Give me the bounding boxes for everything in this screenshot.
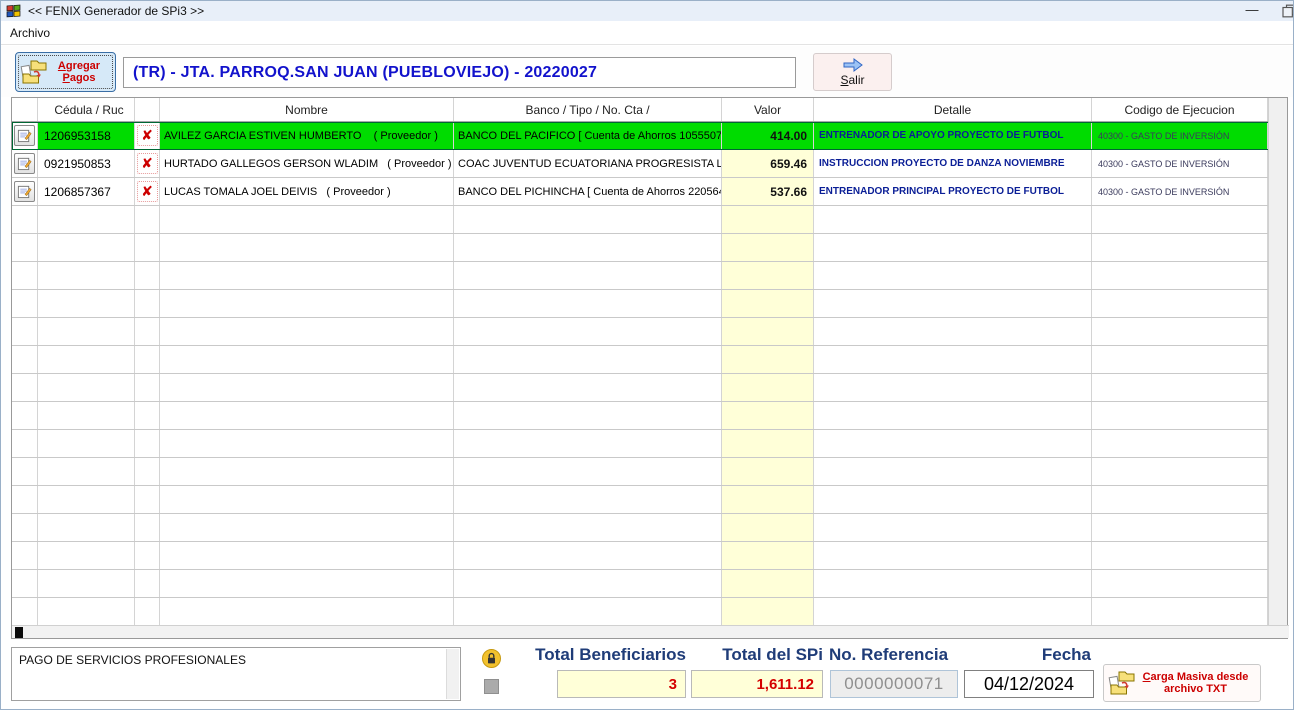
empty-row [12,430,1287,458]
grid-vertical-scrollbar[interactable] [1268,98,1287,626]
cell-detalle: INSTRUCCION PROYECTO DE DANZA NOVIEMBRE [814,150,1092,177]
cell-valor: 414.00 [722,122,814,149]
hscroll-thumb[interactable] [15,627,23,638]
minimize-button[interactable]: — [1237,1,1267,21]
toolbar: Agregar Pagos (TR) - JTA. PARROQ.SAN JUA… [1,46,1294,97]
header-cedula: Cédula / Ruc [38,98,135,121]
entity-field[interactable]: (TR) - JTA. PARROQ.SAN JUAN (PUEBLOVIEJO… [123,57,796,88]
header-delete-col [135,98,160,121]
edit-icon [17,156,32,171]
cell-nombre: HURTADO GALLEGOS GERSON WLADIM ( Proveed… [160,150,454,177]
fecha-label: Fecha [964,645,1091,665]
grid-header: Cédula / Ruc Nombre Banco / Tipo / No. C… [12,98,1287,122]
row-delete-button[interactable]: ✘ [137,153,158,174]
empty-row [12,374,1287,402]
empty-row [12,290,1287,318]
edit-icon [17,184,32,199]
total-spi-field: 1,611.12 [691,670,823,698]
concepto-text: PAGO DE SERVICIOS PROFESIONALES [19,653,246,667]
agregar-pagos-button[interactable]: Agregar Pagos [15,52,116,92]
concepto-textarea[interactable]: PAGO DE SERVICIOS PROFESIONALES [11,647,461,701]
grid-horizontal-scrollbar[interactable] [12,625,1289,638]
cell-cedula: 1206857367 [38,178,135,205]
salir-label: Salir [840,73,864,87]
fecha-field[interactable]: 04/12/2024 [964,670,1094,698]
empty-row [12,262,1287,290]
empty-row [12,234,1287,262]
payments-grid: Cédula / Ruc Nombre Banco / Tipo / No. C… [11,97,1288,639]
window-title: << FENIX Generador de SPi3 >> [28,4,204,18]
referencia-label: No. Referencia [827,645,961,665]
empty-row [12,458,1287,486]
referencia-field: 0000000071 [830,670,958,698]
cell-cedula: 1206953158 [38,122,135,149]
cell-valor: 537.66 [722,178,814,205]
empty-row [12,206,1287,234]
referencia-value: 0000000071 [844,674,944,694]
grid-body: 1206953158 ✘ AVILEZ GARCIA ESTIVEN HUMBE… [12,122,1287,626]
table-row[interactable]: 1206953158 ✘ AVILEZ GARCIA ESTIVEN HUMBE… [12,122,1287,150]
menu-archivo[interactable]: Archivo [1,23,59,43]
row-delete-button[interactable]: ✘ [137,181,158,202]
title-bar: << FENIX Generador de SPi3 >> — [1,1,1294,21]
total-beneficiarios-value: 3 [669,676,677,693]
cell-banco: BANCO DEL PACIFICO [ Cuenta de Ahorros 1… [454,122,722,149]
concepto-scrollbar[interactable] [446,649,459,699]
entity-text: (TR) - JTA. PARROQ.SAN JUAN (PUEBLOVIEJO… [133,64,597,82]
table-row[interactable]: 0921950853 ✘ HURTADO GALLEGOS GERSON WLA… [12,150,1287,178]
total-beneficiarios-field: 3 [557,670,686,698]
cell-banco: COAC JUVENTUD ECUATORIANA PROGRESISTA LT… [454,150,722,177]
header-codigo: Codigo de Ejecucion [1092,98,1268,121]
cell-valor: 659.46 [722,150,814,177]
empty-row [12,514,1287,542]
cell-detalle: ENTRENADOR DE APOYO PROYECTO DE FUTBOL [814,122,1092,149]
empty-row [12,542,1287,570]
edit-icon [17,128,32,143]
empty-row [12,318,1287,346]
row-edit-button[interactable] [14,181,35,202]
empty-row [12,570,1287,598]
maximize-button[interactable] [1281,4,1294,18]
cell-cedula: 0921950853 [38,150,135,177]
menu-bar: Archivo [1,21,1294,45]
header-valor: Valor [722,98,814,121]
empty-row [12,486,1287,514]
total-spi-value: 1,611.12 [756,676,814,693]
cell-banco: BANCO DEL PICHINCHA [ Cuenta de Ahorros … [454,178,722,205]
cell-nombre: AVILEZ GARCIA ESTIVEN HUMBERTO ( Proveed… [160,122,454,149]
status-square [484,679,499,694]
lock-icon[interactable] [482,649,501,668]
cell-detalle: ENTRENADOR PRINCIPAL PROYECTO DE FUTBOL [814,178,1092,205]
header-banco: Banco / Tipo / No. Cta / [454,98,722,121]
cell-codigo: 40300 - GASTO DE INVERSIÓN [1092,150,1268,177]
header-edit-col [12,98,38,121]
empty-row [12,598,1287,626]
empty-row [12,346,1287,374]
total-beneficiarios-label: Total Beneficiarios [511,645,686,665]
row-delete-button[interactable]: ✘ [137,125,158,146]
cell-nombre: LUCAS TOMALA JOEL DEIVIS ( Proveedor ) [160,178,454,205]
add-payments-folder-icon [20,59,47,85]
header-detalle: Detalle [814,98,1092,121]
cell-codigo: 40300 - GASTO DE INVERSIÓN [1092,178,1268,205]
header-nombre: Nombre [160,98,454,121]
row-edit-button[interactable] [14,125,35,146]
footer-panel: PAGO DE SERVICIOS PROFESIONALES Total Be… [1,641,1294,710]
empty-row [12,402,1287,430]
carga-masiva-folder-icon [1108,670,1135,696]
app-window: << FENIX Generador de SPi3 >> — Archivo … [0,0,1294,710]
app-logo-icon [6,4,22,18]
exit-arrow-icon [842,58,864,72]
carga-masiva-button[interactable]: Carga Masiva desde archivo TXT [1103,664,1261,702]
salir-button[interactable]: Salir [813,53,892,91]
carga-masiva-label: Carga Masiva desde archivo TXT [1135,671,1256,695]
table-row[interactable]: 1206857367 ✘ LUCAS TOMALA JOEL DEIVIS ( … [12,178,1287,206]
cell-codigo: 40300 - GASTO DE INVERSIÓN [1092,122,1268,149]
fecha-value: 04/12/2024 [984,674,1074,695]
agregar-pagos-label: Agregar Pagos [47,60,111,84]
row-edit-button[interactable] [14,153,35,174]
total-spi-label: Total del SPi [691,645,823,665]
